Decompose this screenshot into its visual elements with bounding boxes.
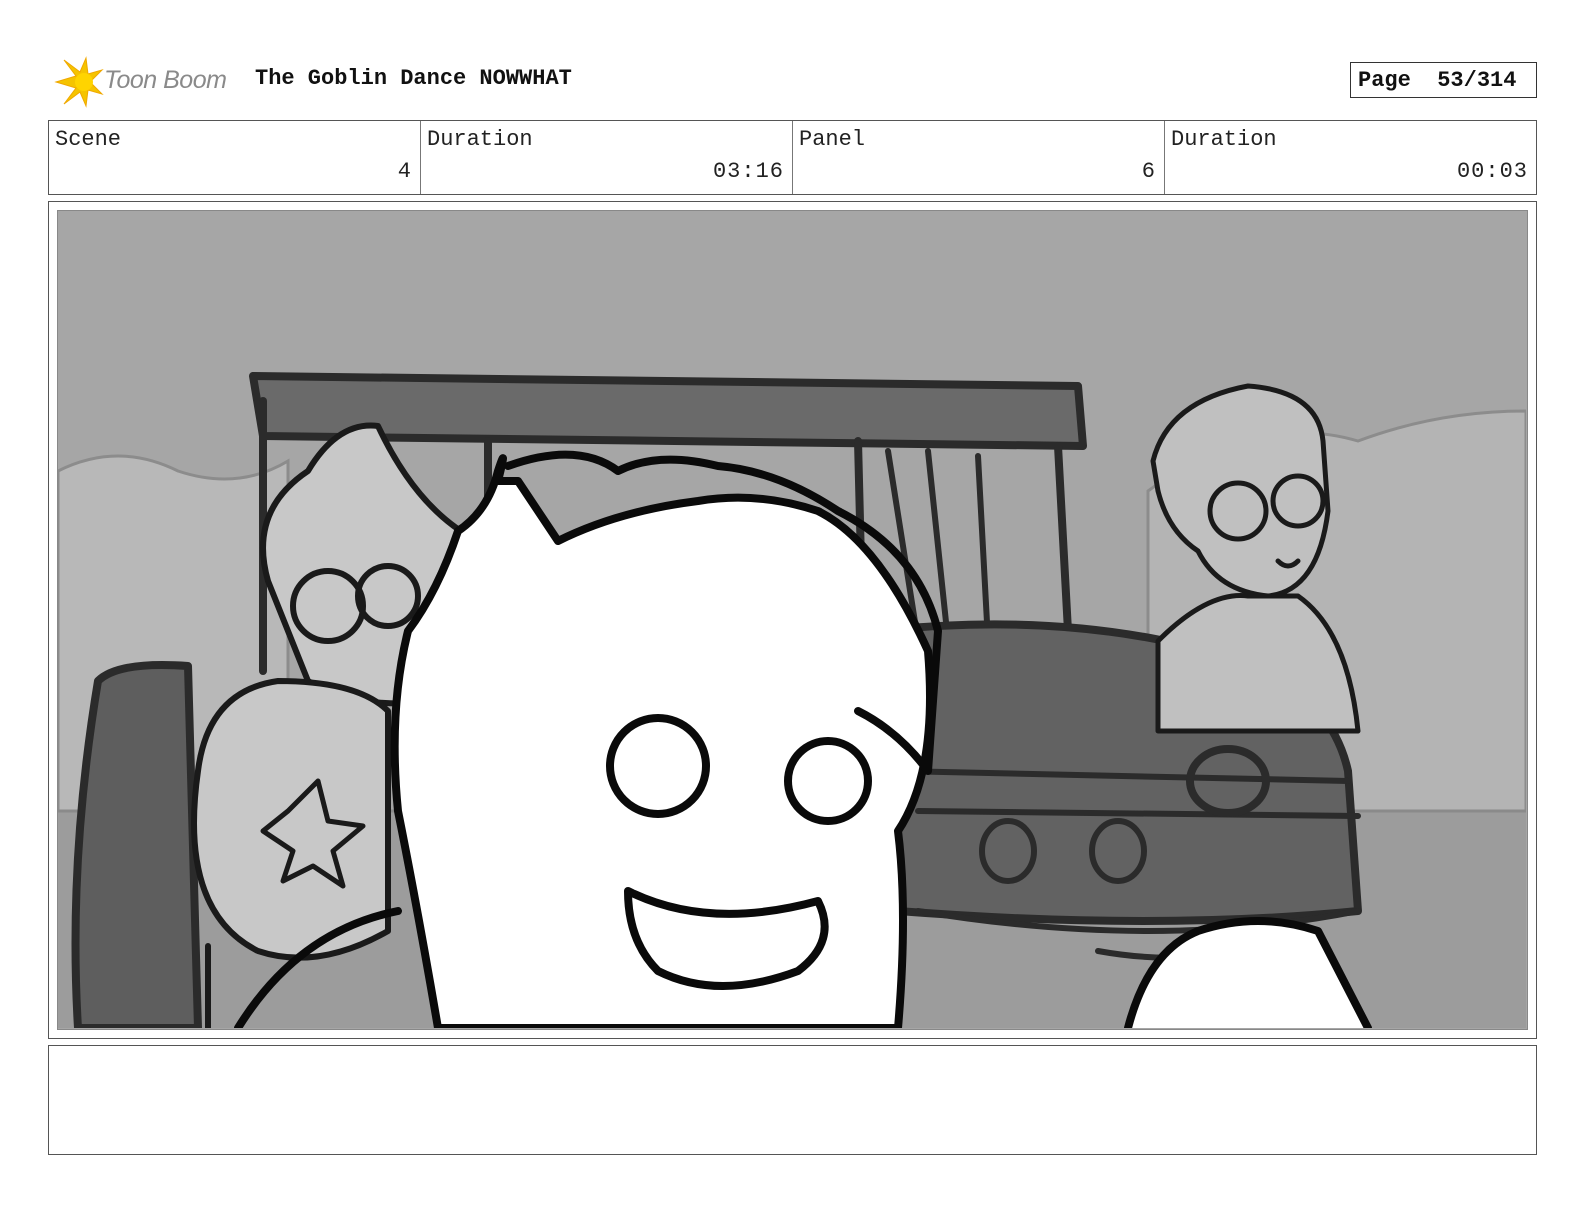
scene-duration-value: 03:16	[712, 159, 784, 184]
scene-cell: Scene 4	[49, 121, 421, 194]
storyboard-drawing	[57, 210, 1528, 1030]
toon-boom-logo: Toon Boom	[50, 56, 240, 108]
page-label: Page	[1358, 67, 1411, 93]
scene-value: 4	[397, 159, 412, 184]
storyboard-panel-frame	[48, 201, 1537, 1039]
panel-duration-label: Duration	[1171, 127, 1277, 152]
panel-notes	[48, 1045, 1537, 1155]
scene-label: Scene	[55, 127, 122, 152]
panel-duration-value: 00:03	[1456, 159, 1528, 184]
panel-cell: Panel 6	[793, 121, 1165, 194]
storyboard-sketch	[58, 372, 1526, 1028]
scene-info-table: Scene 4 Duration 03:16 Panel 6 Duration …	[48, 120, 1537, 195]
panel-duration-cell: Duration 00:03	[1165, 121, 1536, 194]
scene-duration-cell: Duration 03:16	[421, 121, 793, 194]
logo-text: Toon Boom	[104, 66, 227, 94]
scene-duration-label: Duration	[427, 127, 533, 152]
document-title: The Goblin Dance NOWWHAT	[255, 66, 572, 91]
panel-value: 6	[1141, 159, 1156, 184]
starburst-icon	[54, 56, 104, 108]
page-indicator: Page 53/314	[1350, 62, 1537, 98]
panel-label: Panel	[799, 127, 866, 152]
page-number: 53/314	[1437, 67, 1517, 93]
